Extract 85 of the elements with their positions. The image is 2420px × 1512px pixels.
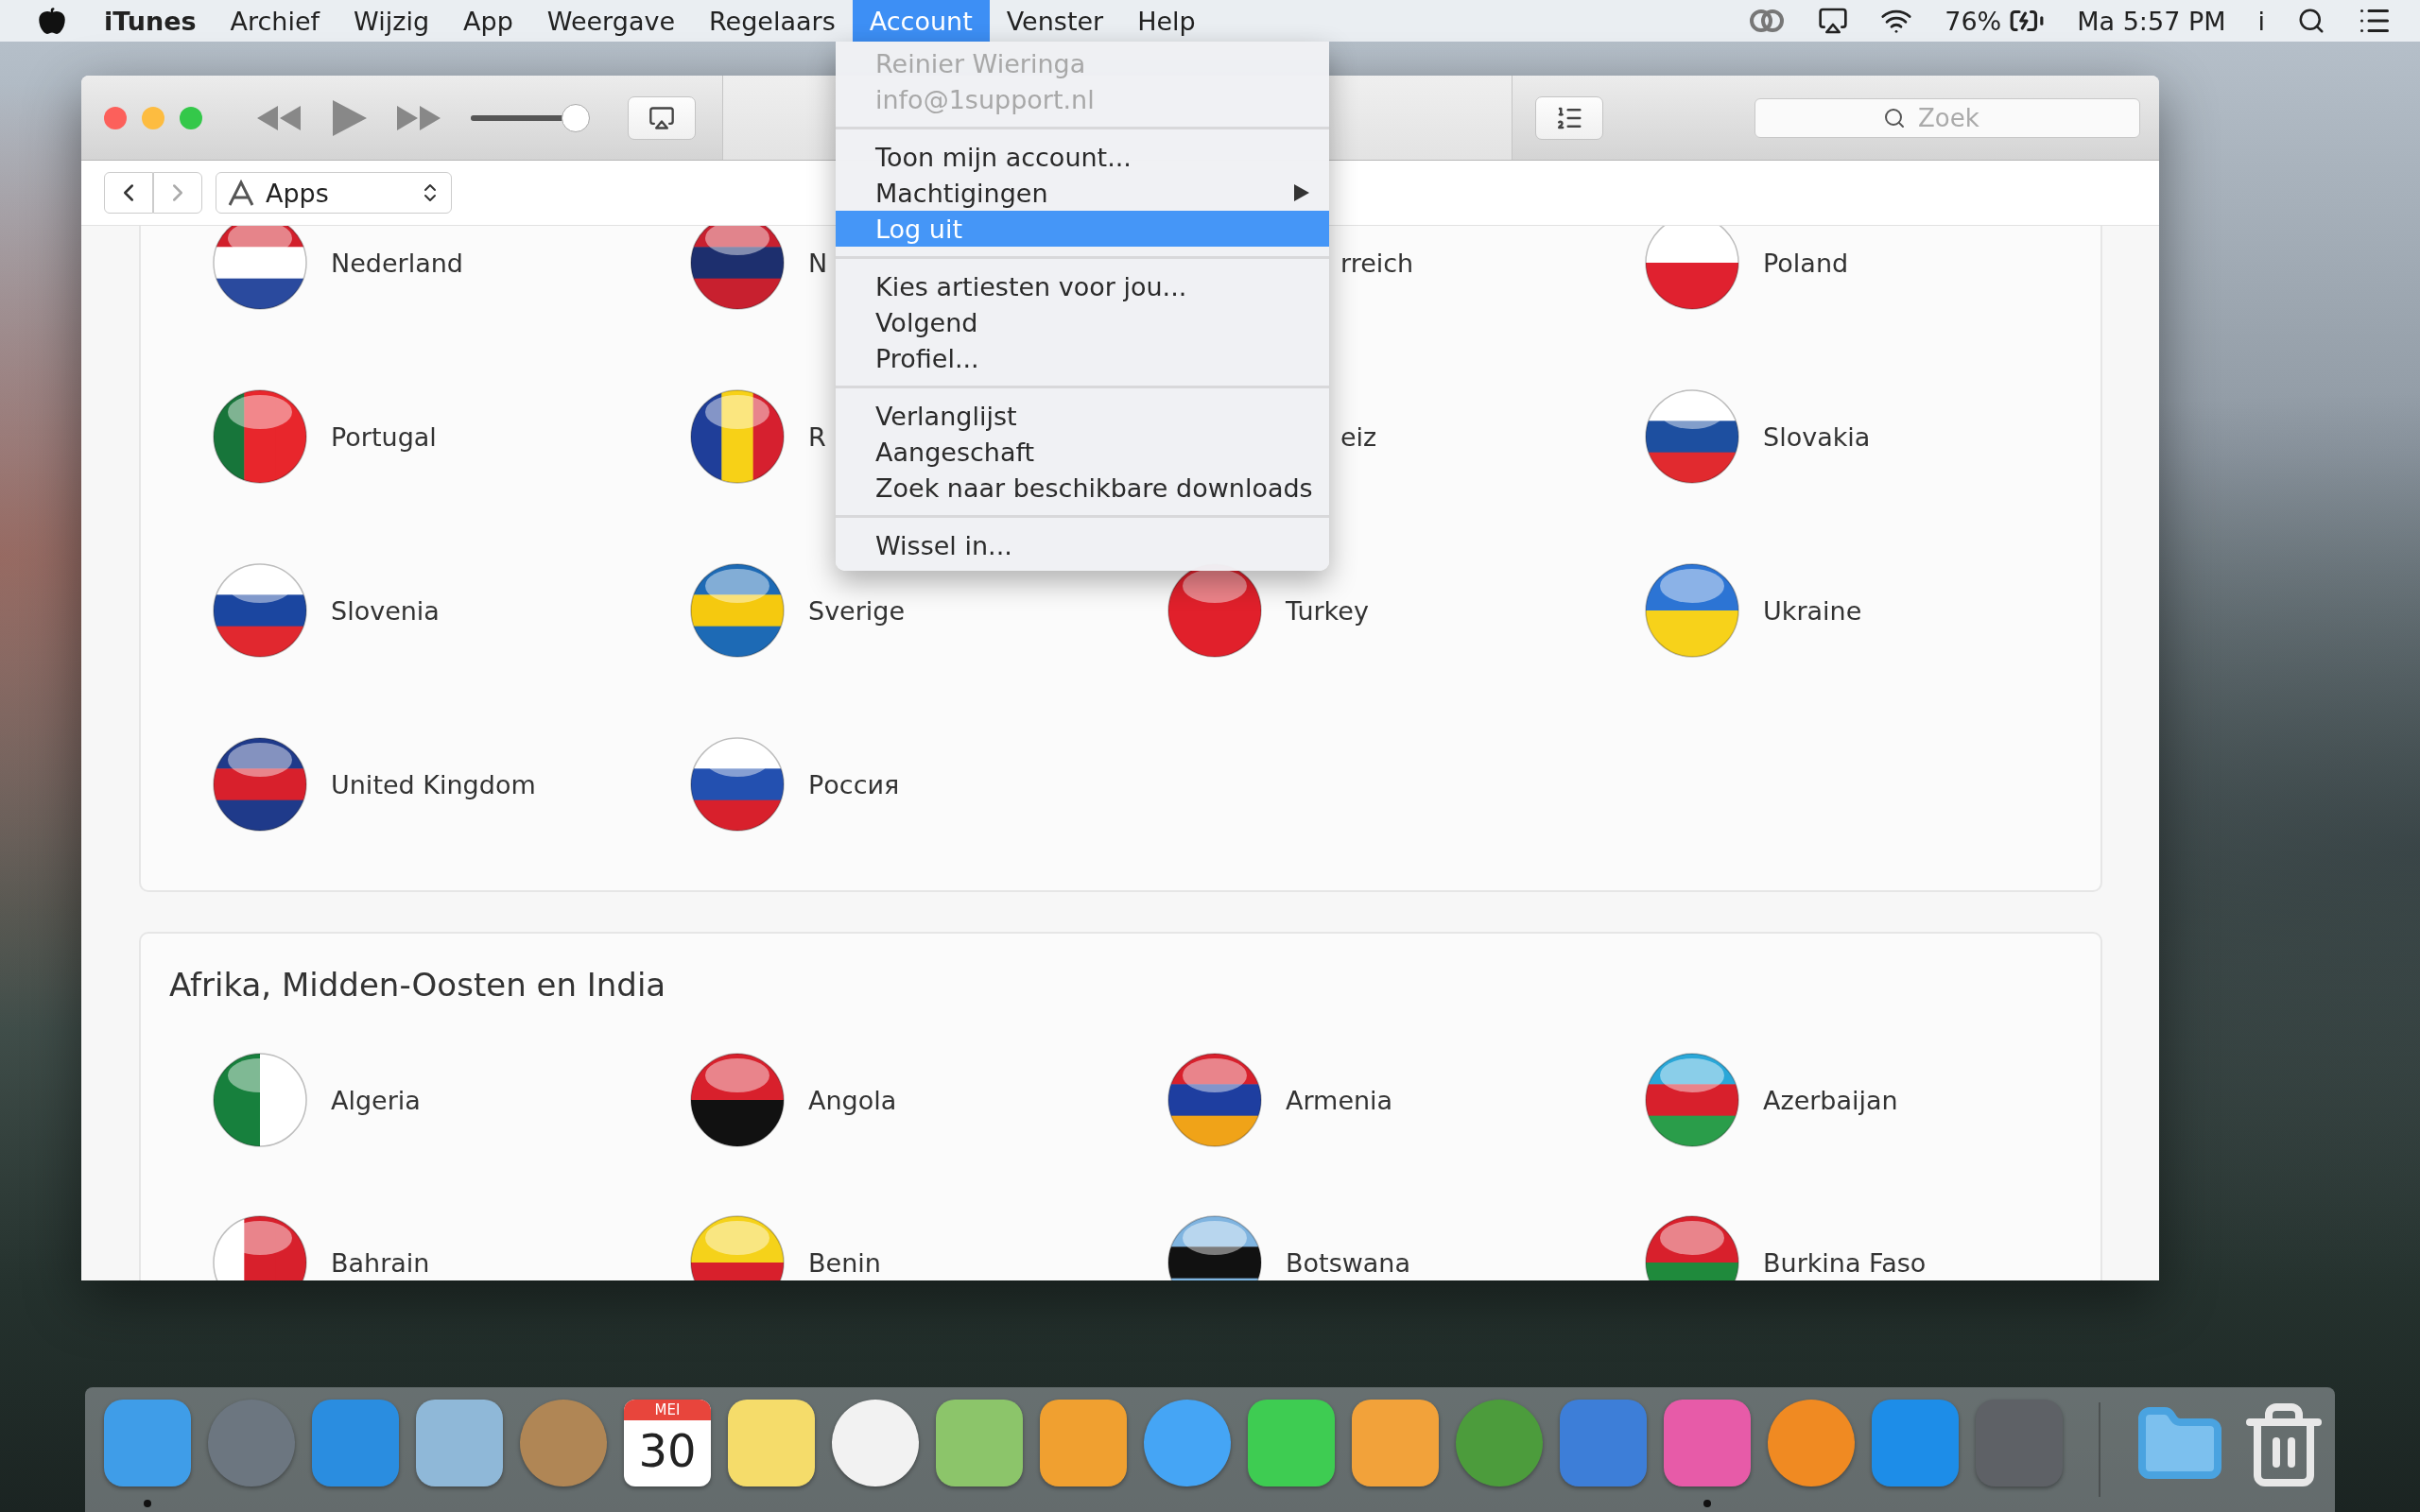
menu-item[interactable]: Machtigingen — [836, 175, 1329, 211]
flag-icon — [1167, 1053, 1262, 1147]
menu-item[interactable]: Kies artiesten voor jou... — [836, 268, 1329, 304]
linked-rings-icon[interactable] — [1748, 8, 1787, 34]
menu-title[interactable]: Wijzig — [337, 0, 447, 42]
info-glyph[interactable]: i — [2257, 6, 2265, 36]
country-link[interactable]: Bahrain — [213, 1215, 430, 1280]
flag-icon — [213, 1053, 307, 1147]
up-next-button[interactable] — [1535, 95, 1603, 140]
app-icon[interactable] — [832, 1400, 919, 1486]
menu-title[interactable]: Regelaars — [692, 0, 853, 42]
apple-icon[interactable] — [38, 7, 66, 35]
menu-item[interactable]: Zoek naar beschikbare downloads — [836, 470, 1329, 506]
flag-icon — [1645, 1053, 1739, 1147]
country-link[interactable]: Burkina Faso — [1645, 1215, 1927, 1280]
menu-title[interactable]: Venster — [989, 0, 1121, 42]
country-link[interactable]: Angola — [690, 1053, 897, 1147]
menu-item[interactable]: Aangeschaft — [836, 434, 1329, 470]
app-icon[interactable] — [1352, 1400, 1439, 1486]
fast-forward-icon[interactable] — [395, 103, 442, 132]
search-icon — [1883, 106, 1906, 129]
airplay-icon — [648, 104, 675, 131]
flag-icon — [213, 563, 307, 658]
flag-icon — [690, 389, 785, 484]
country-link[interactable]: Slovakia — [1645, 389, 1871, 484]
app-icon[interactable] — [936, 1400, 1023, 1486]
country-link[interactable]: R — [690, 389, 826, 484]
country-link[interactable]: Ukraine — [1645, 563, 1862, 658]
menu-item[interactable]: Toon mijn account... — [836, 139, 1329, 175]
country-link[interactable]: Armenia — [1167, 1053, 1393, 1147]
media-picker[interactable]: Apps — [216, 172, 452, 214]
volume-thumb[interactable] — [562, 103, 591, 132]
back-button[interactable] — [104, 172, 153, 214]
app-icon[interactable] — [1040, 1400, 1127, 1486]
calendar-icon[interactable]: MEI 30 — [624, 1400, 711, 1486]
app-icon[interactable] — [728, 1400, 815, 1486]
app-icon[interactable] — [416, 1400, 503, 1486]
flag-icon — [1645, 563, 1739, 658]
menu-item[interactable]: Profiel... — [836, 340, 1329, 376]
menu-item: Reinier Wieringa — [874, 47, 1087, 80]
menu-title[interactable]: Archief — [213, 0, 337, 42]
menu-item[interactable]: Verlanglijst — [836, 398, 1329, 434]
window-control-icon[interactable] — [104, 106, 127, 129]
search-field[interactable]: Zoek — [1754, 97, 2140, 138]
battery-percent: 76% — [1945, 6, 2002, 36]
airplay-icon[interactable] — [1818, 6, 1849, 36]
clock[interactable]: Ma 5:57 PM — [2077, 6, 2226, 36]
country-link[interactable]: Nederland — [213, 226, 463, 310]
region-title: Afrika, Midden-Oosten en India — [169, 966, 667, 1004]
app-icon[interactable] — [1144, 1400, 1231, 1486]
flag-icon — [690, 737, 785, 832]
menu-item[interactable]: Wissel in... — [836, 527, 1329, 563]
country-link[interactable]: Benin — [690, 1215, 881, 1280]
menu-title[interactable]: Help — [1120, 0, 1213, 42]
menu-item: info@1support.nl — [874, 83, 1096, 116]
menu-title[interactable]: Weergave — [529, 0, 693, 42]
country-link[interactable]: Portugal — [213, 389, 437, 484]
menu-title[interactable]: App — [446, 0, 530, 42]
apps-icon — [226, 179, 256, 207]
search-icon[interactable] — [2297, 7, 2325, 35]
window-control-icon[interactable] — [180, 106, 202, 129]
menu-item[interactable]: Volgend — [836, 304, 1329, 340]
country-link[interactable]: Azerbaijan — [1645, 1053, 1898, 1147]
flag-icon — [213, 737, 307, 832]
flag-icon — [1645, 389, 1739, 484]
menu-title[interactable]: iTunes — [87, 0, 214, 42]
flag-icon — [1645, 226, 1739, 310]
rewind-icon[interactable] — [255, 103, 302, 132]
calendar-day: 30 — [638, 1420, 697, 1481]
app-icon[interactable] — [1768, 1400, 1855, 1486]
country-link[interactable]: Sverige — [690, 563, 906, 658]
country-link[interactable]: Slovenia — [213, 563, 440, 658]
flag-icon — [213, 389, 307, 484]
play-icon[interactable] — [331, 97, 369, 138]
country-link[interactable]: United Kingdom — [213, 737, 536, 832]
country-link[interactable]: Россия — [690, 737, 900, 832]
country-link[interactable]: Botswana — [1167, 1215, 1410, 1280]
flag-icon — [690, 1053, 785, 1147]
airplay-button[interactable] — [628, 95, 696, 140]
country-link[interactable]: Poland — [1645, 226, 1849, 310]
app-icon[interactable] — [1248, 1400, 1335, 1486]
flag-icon — [690, 563, 785, 658]
country-link[interactable]: N — [690, 226, 828, 310]
calendar-month: MEI — [624, 1400, 711, 1420]
country-link[interactable]: Algeria — [213, 1053, 421, 1147]
